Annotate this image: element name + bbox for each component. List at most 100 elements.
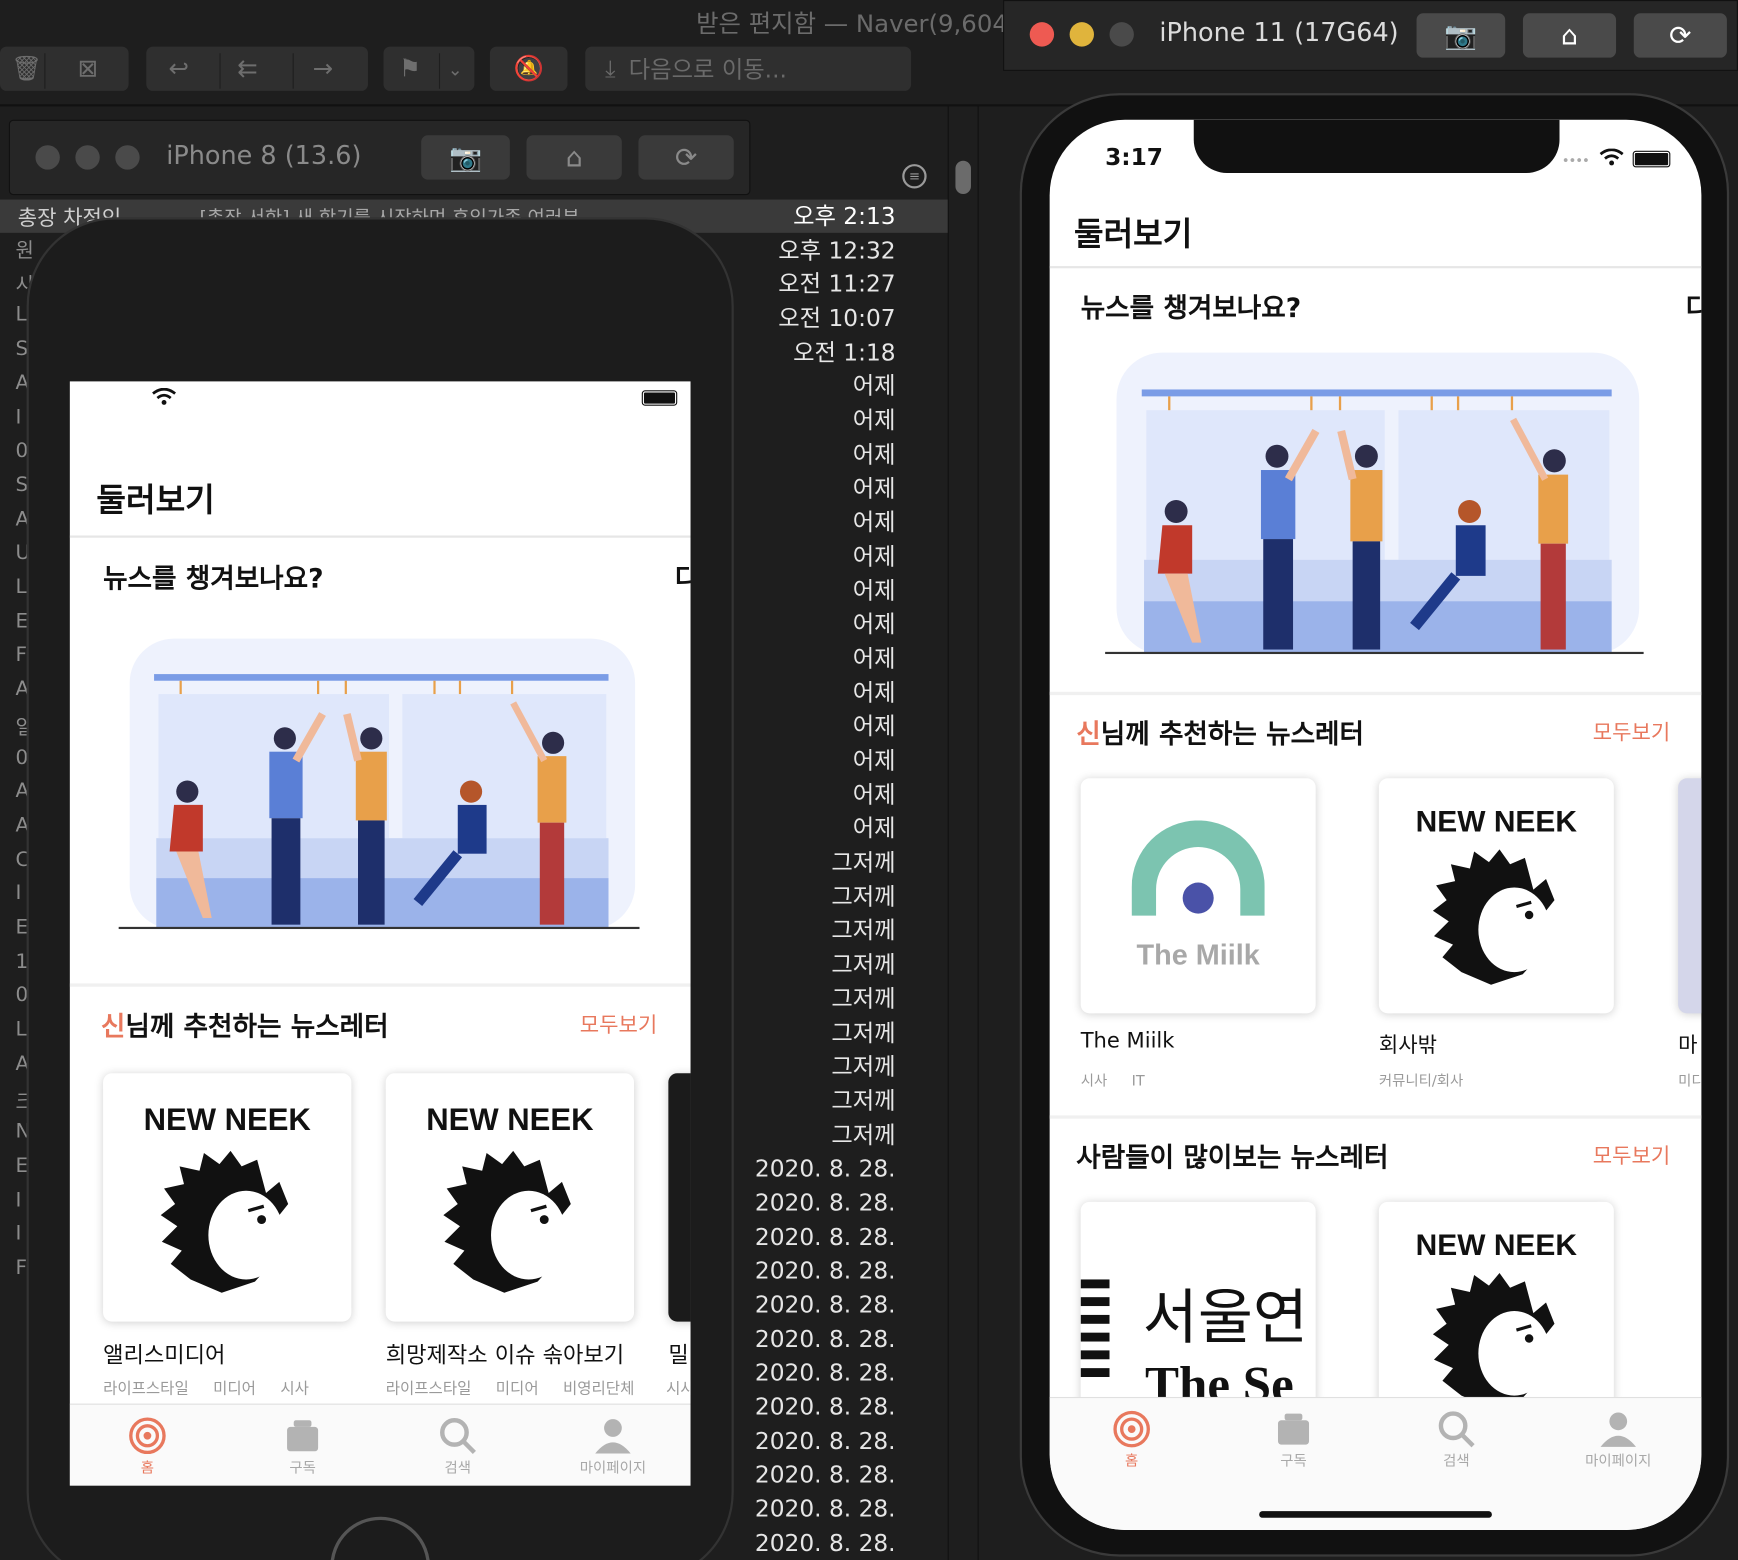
message-date: 어제 — [852, 747, 896, 774]
newneek-logo: NEW NEEK — [1415, 804, 1577, 839]
message-date: 어제 — [852, 611, 896, 638]
inbox-icon — [287, 1420, 319, 1452]
message-sender-fragment: L — [15, 575, 27, 599]
close-icon[interactable] — [1029, 22, 1055, 47]
move-to-button[interactable]: ⤓ 다음으로 이동... — [585, 46, 912, 91]
message-date: 그저께 — [831, 1087, 896, 1115]
newsletter-card[interactable] — [1678, 778, 1702, 1014]
message-date: 어제 — [852, 407, 896, 434]
trash-icon: 🗑 — [11, 54, 43, 83]
rotate-button[interactable]: ⟳ — [1633, 13, 1727, 58]
next-banner-edge[interactable]: 다 — [675, 557, 691, 596]
card-tags: 라이프스타일 미디어 시사 — [103, 1380, 309, 1399]
sim-large-controls — [1029, 22, 1150, 47]
radar-icon — [129, 1417, 166, 1455]
chevron-down-icon: ⌄ — [447, 58, 463, 80]
tab-home[interactable]: 홈 — [103, 1416, 192, 1477]
message-sender-fragment: L — [15, 1017, 27, 1042]
home-indicator[interactable] — [1259, 1511, 1492, 1518]
card-name: 마 — [1678, 1033, 1698, 1058]
message-date: 어제 — [852, 509, 896, 536]
recommend-see-all[interactable]: 모두보기 — [580, 1009, 658, 1039]
message-sender-fragment: F — [15, 1256, 27, 1280]
miilk-logo-text: The Miilk — [1136, 937, 1260, 972]
section-divider — [1049, 691, 1702, 696]
minimize-icon[interactable] — [1069, 22, 1094, 47]
column-divider — [977, 106, 979, 1560]
mute-button[interactable]: 🔕 — [489, 46, 568, 91]
message-date: 그저께 — [831, 951, 896, 979]
tab-home[interactable]: 홈 — [1087, 1409, 1176, 1470]
message-date: 어제 — [852, 373, 896, 400]
message-sender-fragment: 원 — [15, 239, 34, 263]
message-date: 오후 2:13 — [793, 202, 896, 230]
message-date: 2020. 8. 28. — [754, 1223, 896, 1251]
scrollbar[interactable] — [955, 160, 971, 195]
tab-mypage[interactable]: 마이페이지 — [558, 1416, 669, 1477]
zoom-icon[interactable] — [1109, 22, 1134, 47]
tab-subscribe[interactable]: 구독 — [1249, 1409, 1338, 1470]
message-date: 그저께 — [831, 985, 896, 1013]
inbox-icon — [1277, 1413, 1310, 1445]
message-date: 2020. 8. 28. — [754, 1359, 896, 1387]
reply-icon: ↩ — [168, 54, 189, 83]
message-date: 2020. 8. 28. — [754, 1461, 896, 1489]
camera-icon: 📷 — [448, 141, 483, 173]
delete-button[interactable]: 🗑 ⊠ — [0, 46, 129, 91]
message-date: 2020. 8. 28. — [754, 1325, 896, 1353]
message-date: 2020. 8. 28. — [754, 1155, 896, 1183]
message-date: 2020. 8. 28. — [754, 1189, 896, 1217]
page-title: 둘러보기 — [96, 481, 215, 519]
message-date: 오전 11:27 — [778, 270, 896, 298]
tab-search[interactable]: 검색 — [413, 1416, 502, 1477]
subway-illustration — [118, 636, 640, 930]
notch — [1193, 119, 1560, 173]
status-time: 3:17 — [1105, 144, 1163, 171]
column-divider — [947, 106, 949, 1560]
seoul-logo-text: 서울연 — [1142, 1282, 1308, 1353]
section-divider — [1049, 1115, 1702, 1119]
tab-subscribe[interactable]: 구독 — [258, 1416, 347, 1477]
message-date: 어제 — [852, 475, 896, 502]
zoom-icon[interactable] — [115, 145, 140, 170]
signal-icon: •••• — [1561, 153, 1590, 169]
message-date: 어제 — [852, 441, 896, 468]
message-date: 그저께 — [831, 1121, 896, 1149]
home-button[interactable]: ⌂ — [1522, 13, 1617, 58]
tab-search[interactable]: 검색 — [1412, 1409, 1501, 1470]
newsletter-card[interactable]: NEW NEEK — [103, 1073, 352, 1322]
move-icon: ⤓ — [605, 54, 616, 82]
next-banner-edge[interactable]: 다 — [1686, 286, 1702, 325]
newsletter-card[interactable]: The Miilk — [1080, 778, 1316, 1014]
newsletter-card[interactable] — [668, 1073, 691, 1322]
iphone8-screen: 둘러보기 뉴스를 챙겨보나요? 다 — [69, 381, 691, 1486]
battery-icon — [641, 390, 678, 406]
message-date: 어제 — [852, 815, 896, 842]
home-icon: ⌂ — [565, 141, 583, 173]
move-placeholder: 다음으로 이동... — [628, 56, 787, 84]
card-name: 회사밖 — [1378, 1033, 1437, 1058]
person-icon — [595, 1419, 631, 1454]
page-title: 둘러보기 — [1074, 215, 1193, 253]
tab-mypage[interactable]: 마이페이지 — [1563, 1409, 1674, 1470]
filter-icon[interactable]: ≡ — [902, 164, 927, 189]
minimize-icon[interactable] — [75, 145, 100, 170]
popular-see-all[interactable]: 모두보기 — [1593, 1140, 1671, 1170]
newneek-logo: NEW NEEK — [143, 1102, 311, 1137]
recommend-see-all[interactable]: 모두보기 — [1593, 716, 1671, 746]
newneek-logo: NEW NEEK — [426, 1102, 594, 1137]
screenshot-button[interactable]: 📷 — [421, 135, 510, 180]
newsletter-card[interactable]: NEW NEEK — [385, 1073, 635, 1322]
message-date: 오후 12:32 — [778, 236, 896, 264]
forward-icon: → — [312, 54, 334, 83]
message-date: 그저께 — [831, 1053, 896, 1081]
newsletter-card[interactable]: NEW NEEK — [1378, 778, 1614, 1014]
home-button[interactable]: ⌂ — [526, 135, 622, 180]
flag-button[interactable]: ⚑ ⌄ — [383, 46, 475, 91]
message-date: 2020. 8. 28. — [754, 1291, 896, 1319]
close-icon[interactable] — [35, 145, 60, 170]
title-divider — [1049, 266, 1702, 269]
rotate-button[interactable]: ⟳ — [638, 135, 734, 180]
reply-buttons[interactable]: ↩ ⇇ → — [146, 46, 368, 91]
screenshot-button[interactable]: 📷 — [1416, 13, 1506, 58]
